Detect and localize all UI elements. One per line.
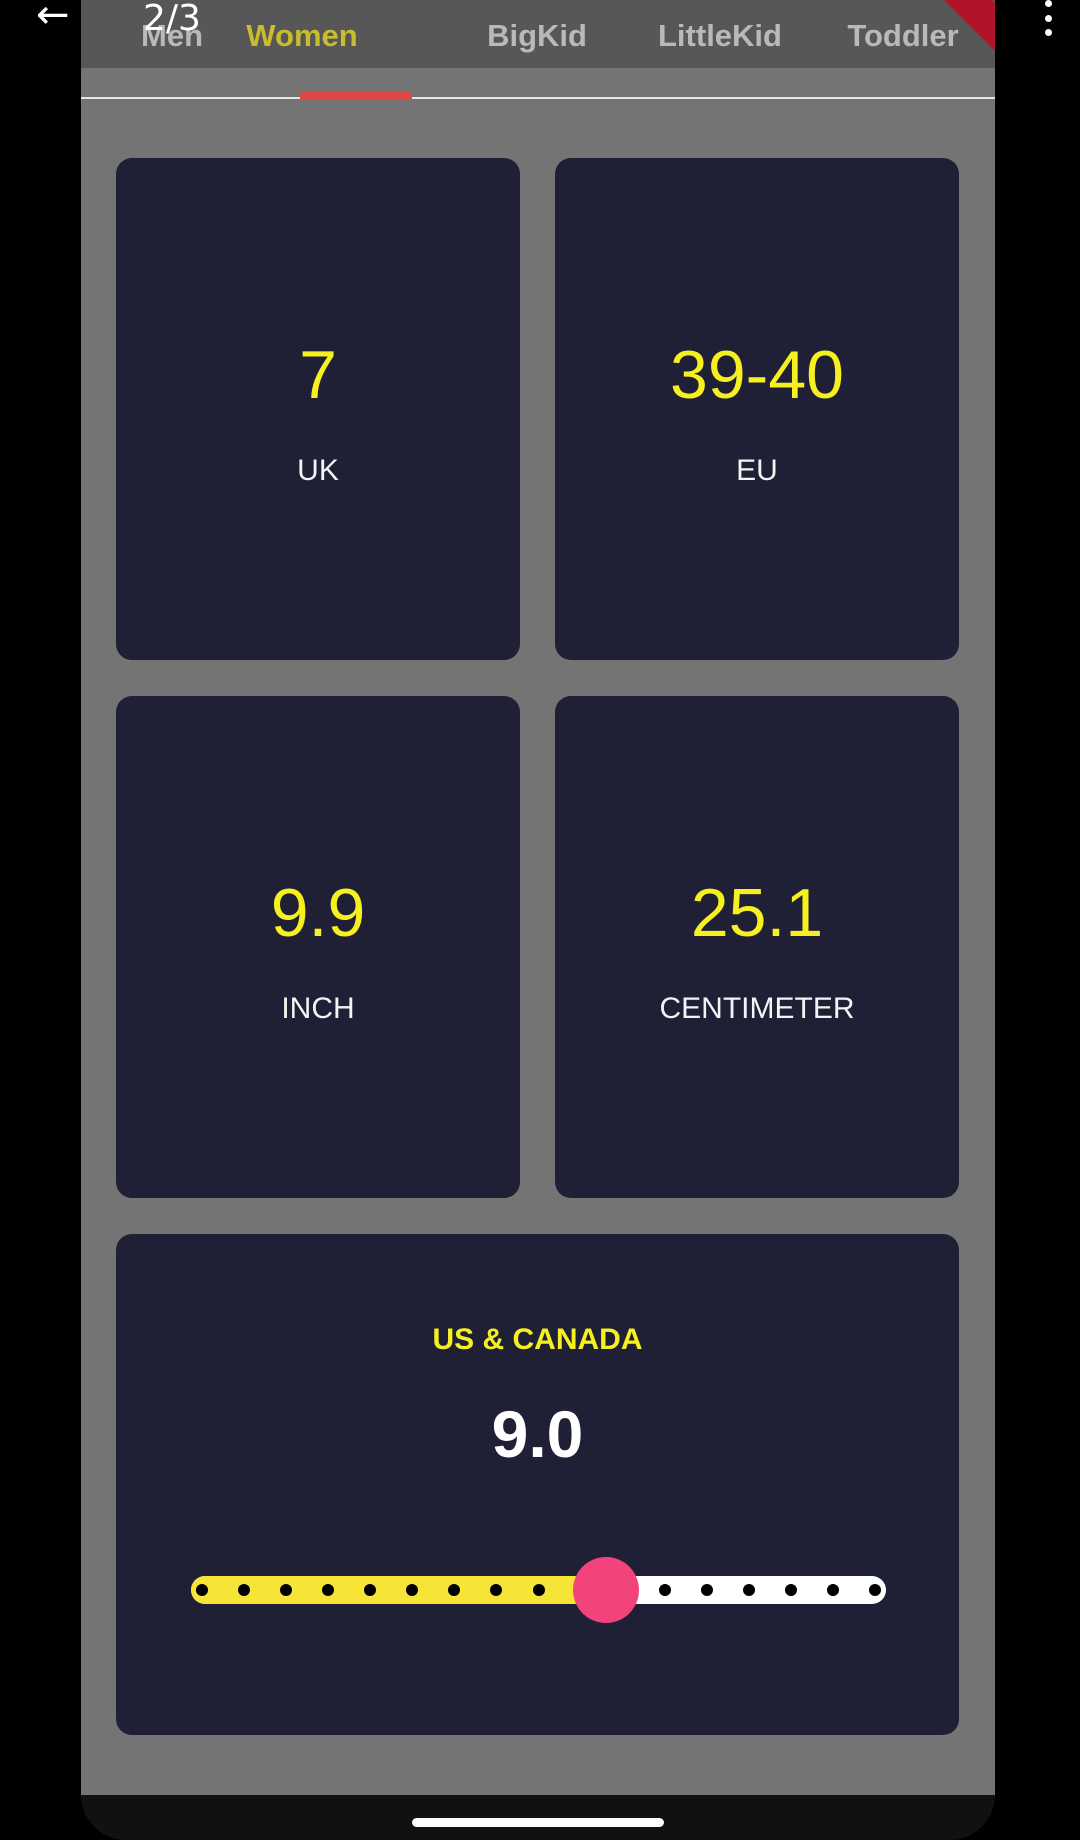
us-size-slider[interactable] <box>191 1557 886 1623</box>
slider-tick <box>784 1584 797 1596</box>
tab-littlekid[interactable]: LittleKid <box>658 18 782 54</box>
tab-bar: Men Women BigKid LittleKid Toddler <box>81 0 995 68</box>
inch-size-value: 9.9 <box>270 875 366 951</box>
tab-women[interactable]: Women <box>246 18 357 54</box>
slider-tick <box>742 1584 755 1596</box>
uk-size-value: 7 <box>299 337 337 413</box>
us-canada-card: US & CANADA 9.0 <box>116 1234 959 1735</box>
uk-size-label: UK <box>297 454 339 487</box>
slider-tick <box>658 1584 671 1596</box>
us-canada-title: US & CANADA <box>432 1323 643 1356</box>
slider-thumb[interactable] <box>572 1557 639 1623</box>
eu-size-value: 39-40 <box>670 337 844 413</box>
tab-bigkid[interactable]: BigKid <box>487 18 587 54</box>
tab-indicator <box>300 92 412 100</box>
inch-size-label: INCH <box>281 992 355 1025</box>
tab-toddler[interactable]: Toddler <box>847 18 958 54</box>
uk-size-card: 7 UK <box>116 158 520 660</box>
app-screen: Men Women BigKid LittleKid Toddler 7 UK … <box>81 0 995 1795</box>
back-arrow-icon[interactable]: ← <box>36 0 76 35</box>
slider-tick <box>700 1584 713 1596</box>
more-vert-icon[interactable] <box>1042 0 1054 36</box>
tab-divider <box>81 97 995 99</box>
cm-size-label: CENTIMETER <box>659 992 855 1025</box>
slider-tick <box>238 1584 251 1596</box>
cm-size-value: 25.1 <box>690 875 824 951</box>
slider-tick <box>826 1584 839 1596</box>
gesture-nav-handle[interactable] <box>412 1818 664 1827</box>
image-counter: 2/3 <box>143 0 201 39</box>
us-size-value: 9.0 <box>491 1397 584 1471</box>
cm-size-card: 25.1 CENTIMETER <box>555 696 959 1198</box>
eu-size-label: EU <box>736 454 778 487</box>
inch-size-card: 9.9 INCH <box>116 696 520 1198</box>
eu-size-card: 39-40 EU <box>555 158 959 660</box>
slider-tick <box>869 1584 881 1596</box>
slider-tick <box>532 1584 545 1596</box>
slider-tick <box>196 1584 208 1596</box>
